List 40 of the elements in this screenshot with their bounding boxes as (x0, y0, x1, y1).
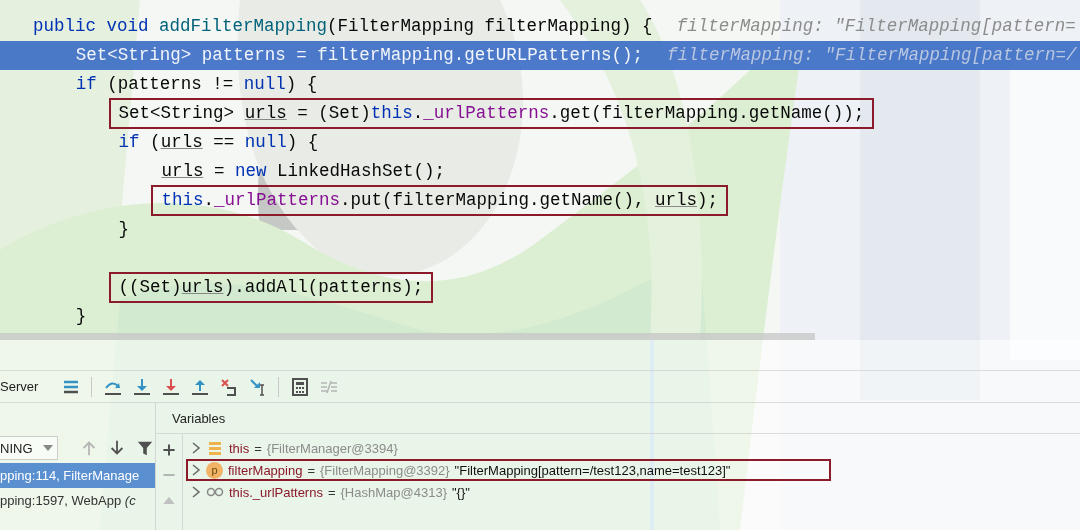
code-line: if (urls == null) { (118, 131, 319, 154)
expand-chevron-icon[interactable] (191, 464, 201, 476)
code-line: } (75, 305, 87, 328)
code-line: ((Set)urls).addAll(patterns); (118, 277, 424, 297)
code-line: if (patterns != null) { (75, 73, 318, 96)
code-line: this._urlPatterns.put(filterMapping.getName(), urls); (161, 190, 719, 210)
inline-value-hint: filterMapping: "FilterMapping[pattern=/ (666, 44, 1077, 67)
step-into-icon[interactable] (131, 376, 152, 397)
variable-name: filterMapping (228, 462, 303, 478)
equals-sign: = (254, 440, 262, 456)
down-arrow-icon[interactable] (108, 439, 126, 457)
code-line: } (118, 218, 130, 241)
expand-chevron-icon[interactable] (191, 442, 201, 454)
scrollbar[interactable] (0, 333, 815, 340)
filter-icon[interactable] (136, 439, 154, 457)
variable-name: this._urlPatterns (229, 484, 323, 500)
code-line: Set<String> urls = (Set)this._urlPatterns.get(filterMapping.getName()); (118, 103, 865, 123)
code-line: public void addFilterMapping(FilterMapping filterMapping) { (33, 15, 653, 38)
expand-chevron-icon[interactable] (191, 486, 201, 498)
variable-name: this (229, 440, 250, 456)
string-value: "FilterMapping[pattern=/test123,name=test123]" (454, 462, 731, 478)
session-title: Server (0, 379, 40, 394)
code-line: urls = new LinkedHashSet(); (161, 160, 445, 183)
string-value: "{}" (451, 484, 470, 500)
thread-dropdown[interactable]: NING (0, 436, 58, 460)
plus-icon[interactable] (161, 442, 177, 458)
caret-icon (43, 445, 53, 451)
field-list-icon (206, 440, 224, 456)
variable-value: {FilterManager@3394} (266, 440, 398, 456)
equals-sign: = (307, 462, 316, 478)
equals-sign: = (327, 484, 336, 500)
code-line: Set<String> patterns = filterMapping.getURLPatterns(); (75, 44, 643, 67)
calculator-icon[interactable] (289, 376, 310, 397)
force-step-into-icon[interactable] (160, 376, 181, 397)
stack-frame[interactable]: pping:1597, WebApp (c (0, 488, 155, 513)
variable-value: {HashMap@4313} (340, 484, 447, 500)
inline-value-hint: filterMapping: "FilterMapping[pattern= (676, 15, 1076, 38)
drop-frame-icon[interactable] (218, 376, 239, 397)
variables-title: Variables (172, 410, 226, 426)
variable-value: {FilterMapping@3392} (320, 462, 450, 478)
